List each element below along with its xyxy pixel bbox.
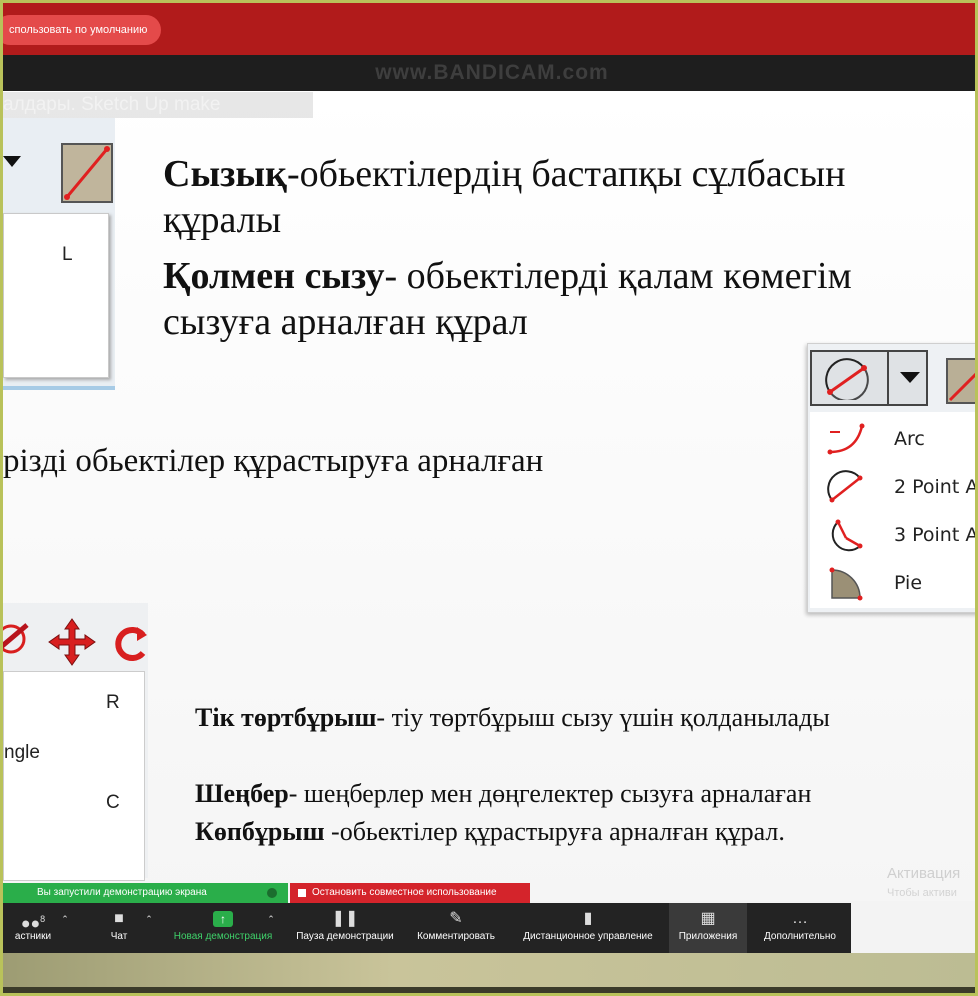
apps-button[interactable]: ▦ Приложения [669, 903, 747, 953]
screen-frame: спользовать по умолчанию www.BANDICAM.co… [0, 0, 978, 996]
more-icon: … [792, 910, 808, 927]
line-tool-icon[interactable] [61, 143, 113, 203]
separator [887, 352, 889, 404]
redo-icon[interactable] [115, 621, 149, 665]
rectangle-definition: - тіу төртбұрыш сызу үшін қолданылады [376, 703, 830, 732]
chat-options[interactable]: ⌃ [143, 903, 155, 953]
menu-item-label: Pie [894, 572, 923, 594]
chevron-down-icon[interactable] [3, 156, 21, 167]
freehand-definition-cont: сызуға арналған құрал [163, 301, 528, 343]
annotate-label: Комментировать [417, 931, 495, 942]
stop-icon [298, 889, 306, 897]
move-icon[interactable] [47, 617, 97, 667]
two-point-arc-icon [826, 470, 866, 506]
remote-control-label: Дистанционное управление [523, 931, 653, 942]
new-share-label: Новая демонстрация [173, 931, 273, 942]
menu-item-pie[interactable]: Pie [810, 560, 975, 604]
remote-control-icon: ▮ [583, 910, 593, 927]
shape-descriptions: Тік төртбұрыш- тіу төртбұрыш сызу үшін қ… [195, 699, 830, 851]
shape-tool-panel: R ngle C [3, 603, 148, 881]
three-point-arc-icon [826, 518, 866, 554]
new-share-icon: ↑ [167, 903, 279, 931]
menu-item-label: 3 Point A [894, 524, 978, 546]
freehand-term: Қолмен сызу [163, 255, 385, 297]
apps-label: Приложения [678, 931, 738, 942]
chevron-up-icon: ⌃ [61, 914, 69, 924]
rectangle-term: Тік төртбұрыш [195, 703, 377, 732]
line-definition: -обьектілердің бастапқы сұлбасын [286, 153, 846, 195]
new-share-button[interactable]: ↑ Новая демонстрация [167, 903, 279, 953]
participants-options[interactable]: ⌃ [59, 903, 71, 953]
pie-tool-icon[interactable] [946, 358, 975, 404]
stop-share-label: Остановить совместное использование [312, 887, 497, 898]
pause-share-label: Пауза демонстрации [296, 931, 394, 942]
arc-tool-button[interactable] [810, 350, 928, 406]
chevron-down-icon[interactable] [900, 372, 920, 383]
share-options[interactable]: ⌃ [265, 903, 277, 953]
pause-icon: ❚❚ [331, 910, 359, 927]
polygon-term: Көпбұрыш [195, 817, 325, 846]
use-default-button[interactable]: спользовать по умолчанию [3, 15, 162, 45]
bandicam-watermark: www.BANDICAM.com [375, 61, 609, 84]
menu-item-2-point-arc[interactable]: 2 Point A [810, 464, 978, 508]
participants-label: астники [14, 931, 52, 942]
chat-button[interactable]: ■ Чат [99, 903, 139, 953]
menu-item-arc[interactable]: Arc [810, 416, 975, 460]
rotate-icon[interactable] [0, 617, 33, 661]
shape-tool-menu: R ngle C [3, 671, 145, 881]
stop-share-button[interactable]: Остановить совместное использование [290, 883, 530, 903]
polygon-definition: -обьектілер құрастыруға арналған құрал. [324, 817, 785, 846]
chat-label: Чат [110, 931, 128, 942]
participants-icon: ●●8 [20, 914, 46, 933]
line-tool-menu: L [3, 213, 109, 378]
activation-watermark-sub: Чтобы активи [887, 887, 957, 899]
rectangle-shortcut: R [106, 692, 120, 713]
participants-count: 8 [40, 914, 46, 924]
pencil-icon: ✎ [449, 910, 463, 927]
more-label: Дополнительно [764, 931, 836, 942]
pie-icon [826, 566, 866, 602]
shield-icon [267, 888, 277, 898]
arc-icon [826, 422, 866, 458]
menu-item-label: Arc [894, 428, 925, 450]
arc-description: різді обьектілер құрастыруға арналған [3, 443, 544, 479]
menu-item-rectangle[interactable]: ngle [4, 742, 40, 764]
line-tool-description: Сызық-обьектілердің бастапқы сұлбасын құ… [163, 151, 852, 345]
circle-definition: - шеңберлер мен дөңгелектер сызуға арнал… [288, 779, 812, 808]
chevron-up-icon: ⌃ [145, 914, 153, 924]
zoom-toolbar: ●●8 астники ⌃ ■ Чат ⌃ ↑ Новая демонстрац… [3, 903, 851, 953]
line-tool-panel: L [3, 118, 115, 390]
freehand-definition: - обьектілерді қалам көмегім [384, 255, 852, 297]
line-shortcut: L [62, 244, 73, 265]
apps-icon: ▦ [700, 910, 716, 927]
arc-tool-menu: Arc 2 Point A 3 Point A Pie [810, 412, 978, 608]
slide-title: алдары. Sketch Up make [3, 92, 313, 118]
menu-item-3-point-arc[interactable]: 3 Point A [810, 512, 978, 556]
share-status-bar: Вы запустили демонстрацию экрана [3, 883, 288, 903]
chat-icon: ■ [114, 910, 124, 927]
desktop-edge [3, 987, 975, 993]
remote-control-button[interactable]: ▮ Дистанционное управление [513, 903, 663, 953]
participants-button[interactable]: ●●8 астники [3, 903, 63, 953]
menu-item-label: 2 Point A [894, 476, 978, 498]
line-definition-cont: құралы [163, 199, 282, 241]
circle-term: Шеңбер [195, 779, 289, 808]
line-term: Сызық [163, 153, 287, 195]
browser-infobar: спользовать по умолчанию [3, 3, 975, 55]
circle-shortcut: C [106, 792, 120, 813]
more-button[interactable]: … Дополнительно [755, 903, 845, 953]
activation-watermark: Активация [887, 865, 961, 882]
annotate-button[interactable]: ✎ Комментировать [409, 903, 503, 953]
pause-share-button[interactable]: ❚❚ Пауза демонстрации [289, 903, 401, 953]
arc-tool-panel: Arc 2 Point A 3 Point A Pie [807, 343, 978, 613]
share-status-text: Вы запустили демонстрацию экрана [37, 887, 207, 898]
shape-toolbar [3, 611, 148, 673]
chevron-up-icon: ⌃ [267, 914, 275, 924]
